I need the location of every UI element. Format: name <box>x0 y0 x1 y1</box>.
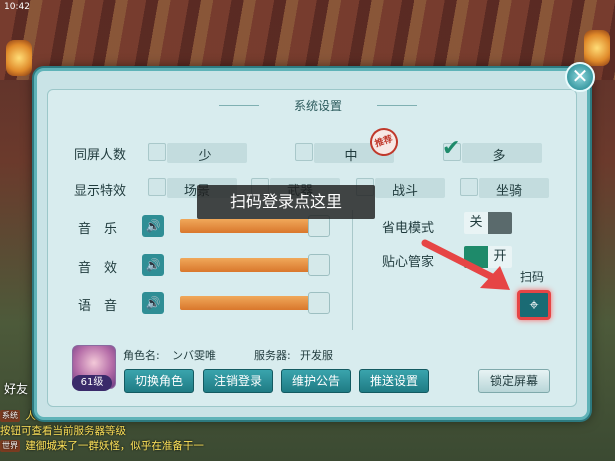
speaker-icon[interactable]: 🔊 <box>142 254 164 276</box>
effects-combat-label: 战斗 <box>391 184 418 199</box>
players-medium-checkbox[interactable] <box>295 143 313 161</box>
close-button[interactable]: ✕ <box>565 62 595 92</box>
power-saving-label: 省电模式 <box>382 221 435 236</box>
voice-slider-knob[interactable] <box>308 292 330 314</box>
effects-row-label: 显示特效 <box>74 184 127 199</box>
music-slider[interactable] <box>180 215 330 237</box>
music-label: 音 乐 <box>78 222 118 237</box>
toggle-off-side <box>488 212 512 234</box>
effects-scene-checkbox[interactable] <box>148 178 166 196</box>
logout-button[interactable]: 注销登录 <box>203 369 273 393</box>
chat-tag-world: 世界 <box>0 440 20 452</box>
server-name: 开发服 <box>300 349 333 362</box>
voice-label: 语 音 <box>78 299 118 314</box>
scan-login-tooltip: 扫码登录点这里 <box>197 185 375 219</box>
power-saving-toggle[interactable]: 关 <box>464 212 512 234</box>
arrow-icon <box>421 239 510 290</box>
players-many-checkbox[interactable]: ✔ <box>442 136 461 161</box>
speaker-icon[interactable]: 🔊 <box>142 292 164 314</box>
chat-text-2: 按钮可查看当前服务器等级 <box>0 425 126 437</box>
speaker-icon[interactable]: 🔊 <box>142 215 164 237</box>
level-badge: 61级 <box>72 375 112 391</box>
scan-icon[interactable]: ⌖ <box>517 290 551 320</box>
dialog-title: 系统设置 <box>219 97 417 115</box>
effects-volume-label: 音 效 <box>78 261 118 276</box>
lock-screen-button[interactable]: 锁定屏幕 <box>478 369 550 393</box>
effects-mount-label: 坐骑 <box>495 184 522 199</box>
effects-mount-checkbox[interactable] <box>460 178 478 196</box>
toggle-state-label: 关 <box>464 212 488 234</box>
character-name: ンバ雯唯 <box>172 349 216 362</box>
players-few-checkbox[interactable] <box>148 143 166 161</box>
checkmark-icon: ✔ <box>442 136 461 161</box>
side-character-label: 好友 <box>4 382 29 396</box>
maintenance-notice-button[interactable]: 维护公告 <box>281 369 351 393</box>
scan-label: 扫码 <box>520 270 545 284</box>
character-name-label: 角色名: <box>123 349 160 362</box>
chat-line-3: 世界 建御城来了一群妖怪，似乎在准备干一 <box>0 438 300 454</box>
section-divider <box>352 210 353 330</box>
chat-tag-system: 系统 <box>0 410 20 422</box>
status-bar: 10:42 <box>0 0 615 14</box>
server-label: 服务器: <box>254 349 291 362</box>
players-row-label: 同屏人数 <box>74 148 127 163</box>
chat-text-3: 建御城来了一群妖怪，似乎在准备干一 <box>25 440 204 452</box>
effects-slider[interactable] <box>180 254 330 276</box>
lantern-left <box>6 40 32 76</box>
effects-slider-knob[interactable] <box>308 254 330 276</box>
players-few-label: 少 <box>198 149 212 164</box>
push-settings-button[interactable]: 推送设置 <box>359 369 429 393</box>
voice-slider[interactable] <box>180 292 330 314</box>
chat-line-2: 按钮可查看当前服务器等级 <box>0 423 300 439</box>
status-time: 10:42 <box>4 2 30 12</box>
switch-role-button[interactable]: 切换角色 <box>124 369 194 393</box>
lantern-right <box>584 30 610 66</box>
players-many-label: 多 <box>492 149 506 164</box>
